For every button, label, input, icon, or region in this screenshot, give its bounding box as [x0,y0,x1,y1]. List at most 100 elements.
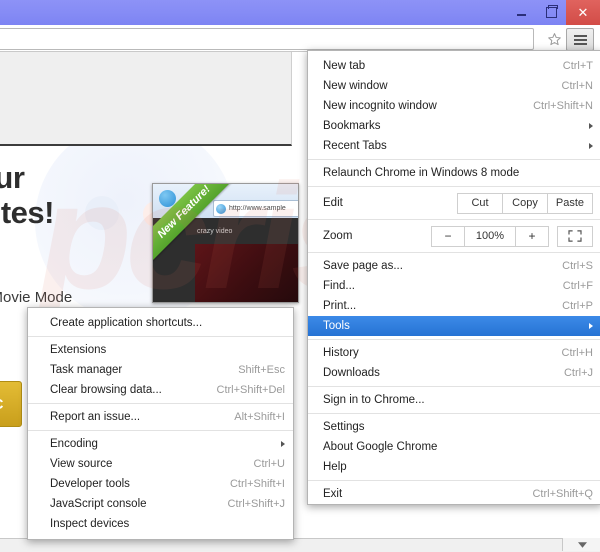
menu-item-label: Recent Tabs [323,140,387,152]
menu-item-about-google-chrome[interactable]: About Google Chrome [308,437,600,457]
menu-item-label: New tab [323,60,366,72]
menu-item-tools[interactable]: Tools [308,316,600,336]
menu-separator [308,480,600,481]
menu-item-label: JavaScript console [50,498,147,510]
menu-item-bookmarks[interactable]: Bookmarks [308,116,600,136]
chrome-menu-upper-groups: New tab Ctrl+T New window Ctrl+N New incogni… [308,56,600,183]
menu-item-recent-tabs[interactable]: Recent Tabs [308,136,600,156]
menu-separator [308,413,600,414]
menu-separator [308,186,600,187]
menu-item-shortcut: Ctrl+Shift+Del [216,384,285,396]
menu-item-label: About Google Chrome [323,441,438,453]
menu-item-relaunch-chrome-in-windows-8-mode[interactable]: Relaunch Chrome in Windows 8 mode [308,163,600,183]
chrome-main-menu[interactable]: New tab Ctrl+T New window Ctrl+N New incogni… [307,50,600,505]
restore-button[interactable] [538,0,564,24]
menu-item-label: Inspect devices [50,518,130,530]
zoom-level-value: 100% [464,225,516,247]
bottom-dropdown-button[interactable] [562,538,600,551]
menu-item-label: Find... [323,280,355,292]
menu-item-create-application-shortcuts[interactable]: Create application shortcuts... [28,313,293,333]
tools-submenu-groups: Create application shortcuts... Extension… [28,313,293,534]
menu-item-shortcut: Ctrl+J [563,367,593,379]
menu-separator [308,339,600,340]
menu-item-find[interactable]: Find... Ctrl+F [308,276,600,296]
menu-item-label: Save page as... [323,260,403,272]
menu-item-print[interactable]: Print... Ctrl+P [308,296,600,316]
menu-item-save-page-as[interactable]: Save page as... Ctrl+S [308,256,600,276]
cut-button[interactable]: Cut [457,192,503,214]
menu-item-extensions[interactable]: Extensions [28,340,293,360]
site-favicon [216,203,226,214]
menu-item-label: Help [323,461,347,473]
chrome-menu-button[interactable] [566,28,594,51]
menu-item-task-manager[interactable]: Task manager Shift+Esc [28,360,293,380]
window-titlebar: ✕ [0,0,600,26]
menu-item-shortcut: Ctrl+Shift+J [227,498,285,510]
menu-item-new-tab[interactable]: New tab Ctrl+T [308,56,600,76]
menu-item-label: New incognito window [323,100,437,112]
menu-item-javascript-console[interactable]: JavaScript console Ctrl+Shift+J [28,494,293,514]
menu-item-new-window[interactable]: New window Ctrl+N [308,76,600,96]
chevron-right-icon [589,143,593,149]
chevron-right-icon [589,123,593,129]
menu-separator [308,159,600,160]
thumbnail-caption: crazy video [197,228,233,235]
menu-item-label: Downloads [323,367,380,379]
menu-item-downloads[interactable]: Downloads Ctrl+J [308,363,600,383]
menu-item-history[interactable]: History Ctrl+H [308,343,600,363]
menu-separator-3 [308,252,600,253]
thumbnail-video-area [195,244,298,302]
menu-item-shortcut: Ctrl+N [561,80,593,92]
menu-item-sign-in-to-chrome[interactable]: Sign in to Chrome... [308,390,600,410]
menu-item-view-source[interactable]: View source Ctrl+U [28,454,293,474]
hamburger-line-2 [573,38,587,41]
thumbnail-address-bar: http://www.sample [213,200,298,217]
menu-item-label: Create application shortcuts... [50,317,203,329]
close-button[interactable]: ✕ [566,0,600,25]
menu-item-inspect-devices[interactable]: Inspect devices [28,514,293,534]
feature-thumbnail[interactable]: http://www.sample crazy video New Featur… [152,183,299,303]
zoom-in-button[interactable]: + [515,225,549,247]
chrome-menu-lower-groups: Save page as... Ctrl+S Find... Ctrl+F Print.… [308,256,600,504]
minimize-icon [516,14,526,16]
menu-item-label: Settings [323,421,365,433]
minimize-button[interactable] [508,0,534,24]
menu-separator [28,430,293,431]
menu-item-label: Report an issue... [50,411,141,423]
menu-item-label: Encoding [50,438,98,450]
menu-item-label: Sign in to Chrome... [323,394,425,406]
menu-item-clear-browsing-data[interactable]: Clear browsing data... Ctrl+Shift+Del [28,380,293,400]
star-icon[interactable] [545,30,563,48]
zoom-out-button[interactable]: − [431,225,465,247]
menu-item-settings[interactable]: Settings [308,417,600,437]
page-gold-button[interactable]: C [0,381,22,427]
fullscreen-icon [568,230,582,242]
menu-item-label: Extensions [50,344,107,356]
menu-item-new-incognito-window[interactable]: New incognito window Ctrl+Shift+N [308,96,600,116]
menu-item-help[interactable]: Help [308,457,600,477]
edit-button-group: Cut Copy Paste [457,192,593,214]
paste-button[interactable]: Paste [547,192,593,214]
menu-item-shortcut: Ctrl+S [562,260,593,272]
edit-label: Edit [323,197,343,209]
menu-item-developer-tools[interactable]: Developer tools Ctrl+Shift+I [28,474,293,494]
menu-item-encoding[interactable]: Encoding [28,434,293,454]
menu-row-zoom: Zoom − 100% + [308,223,600,249]
page-embedded-toolbar-panel [0,51,292,146]
menu-separator-2 [308,219,600,220]
chevron-right-icon [589,323,593,329]
menu-item-label: Developer tools [50,478,130,490]
menu-item-report-an-issue[interactable]: Report an issue... Alt+Shift+I [28,407,293,427]
menu-item-exit[interactable]: Exit Ctrl+Shift+Q [308,484,600,504]
menu-item-label: Bookmarks [323,120,381,132]
menu-item-shortcut: Alt+Shift+I [234,411,285,423]
menu-row-edit: Edit Cut Copy Paste [308,190,600,216]
fullscreen-button[interactable] [557,225,593,247]
tools-submenu[interactable]: Create application shortcuts... Extension… [27,307,294,540]
hamburger-line-3 [573,42,587,45]
address-bar[interactable] [0,28,534,50]
menu-separator [308,386,600,387]
copy-button[interactable]: Copy [502,192,548,214]
menu-item-shortcut: Ctrl+Shift+N [533,100,593,112]
menu-separator [28,336,293,337]
